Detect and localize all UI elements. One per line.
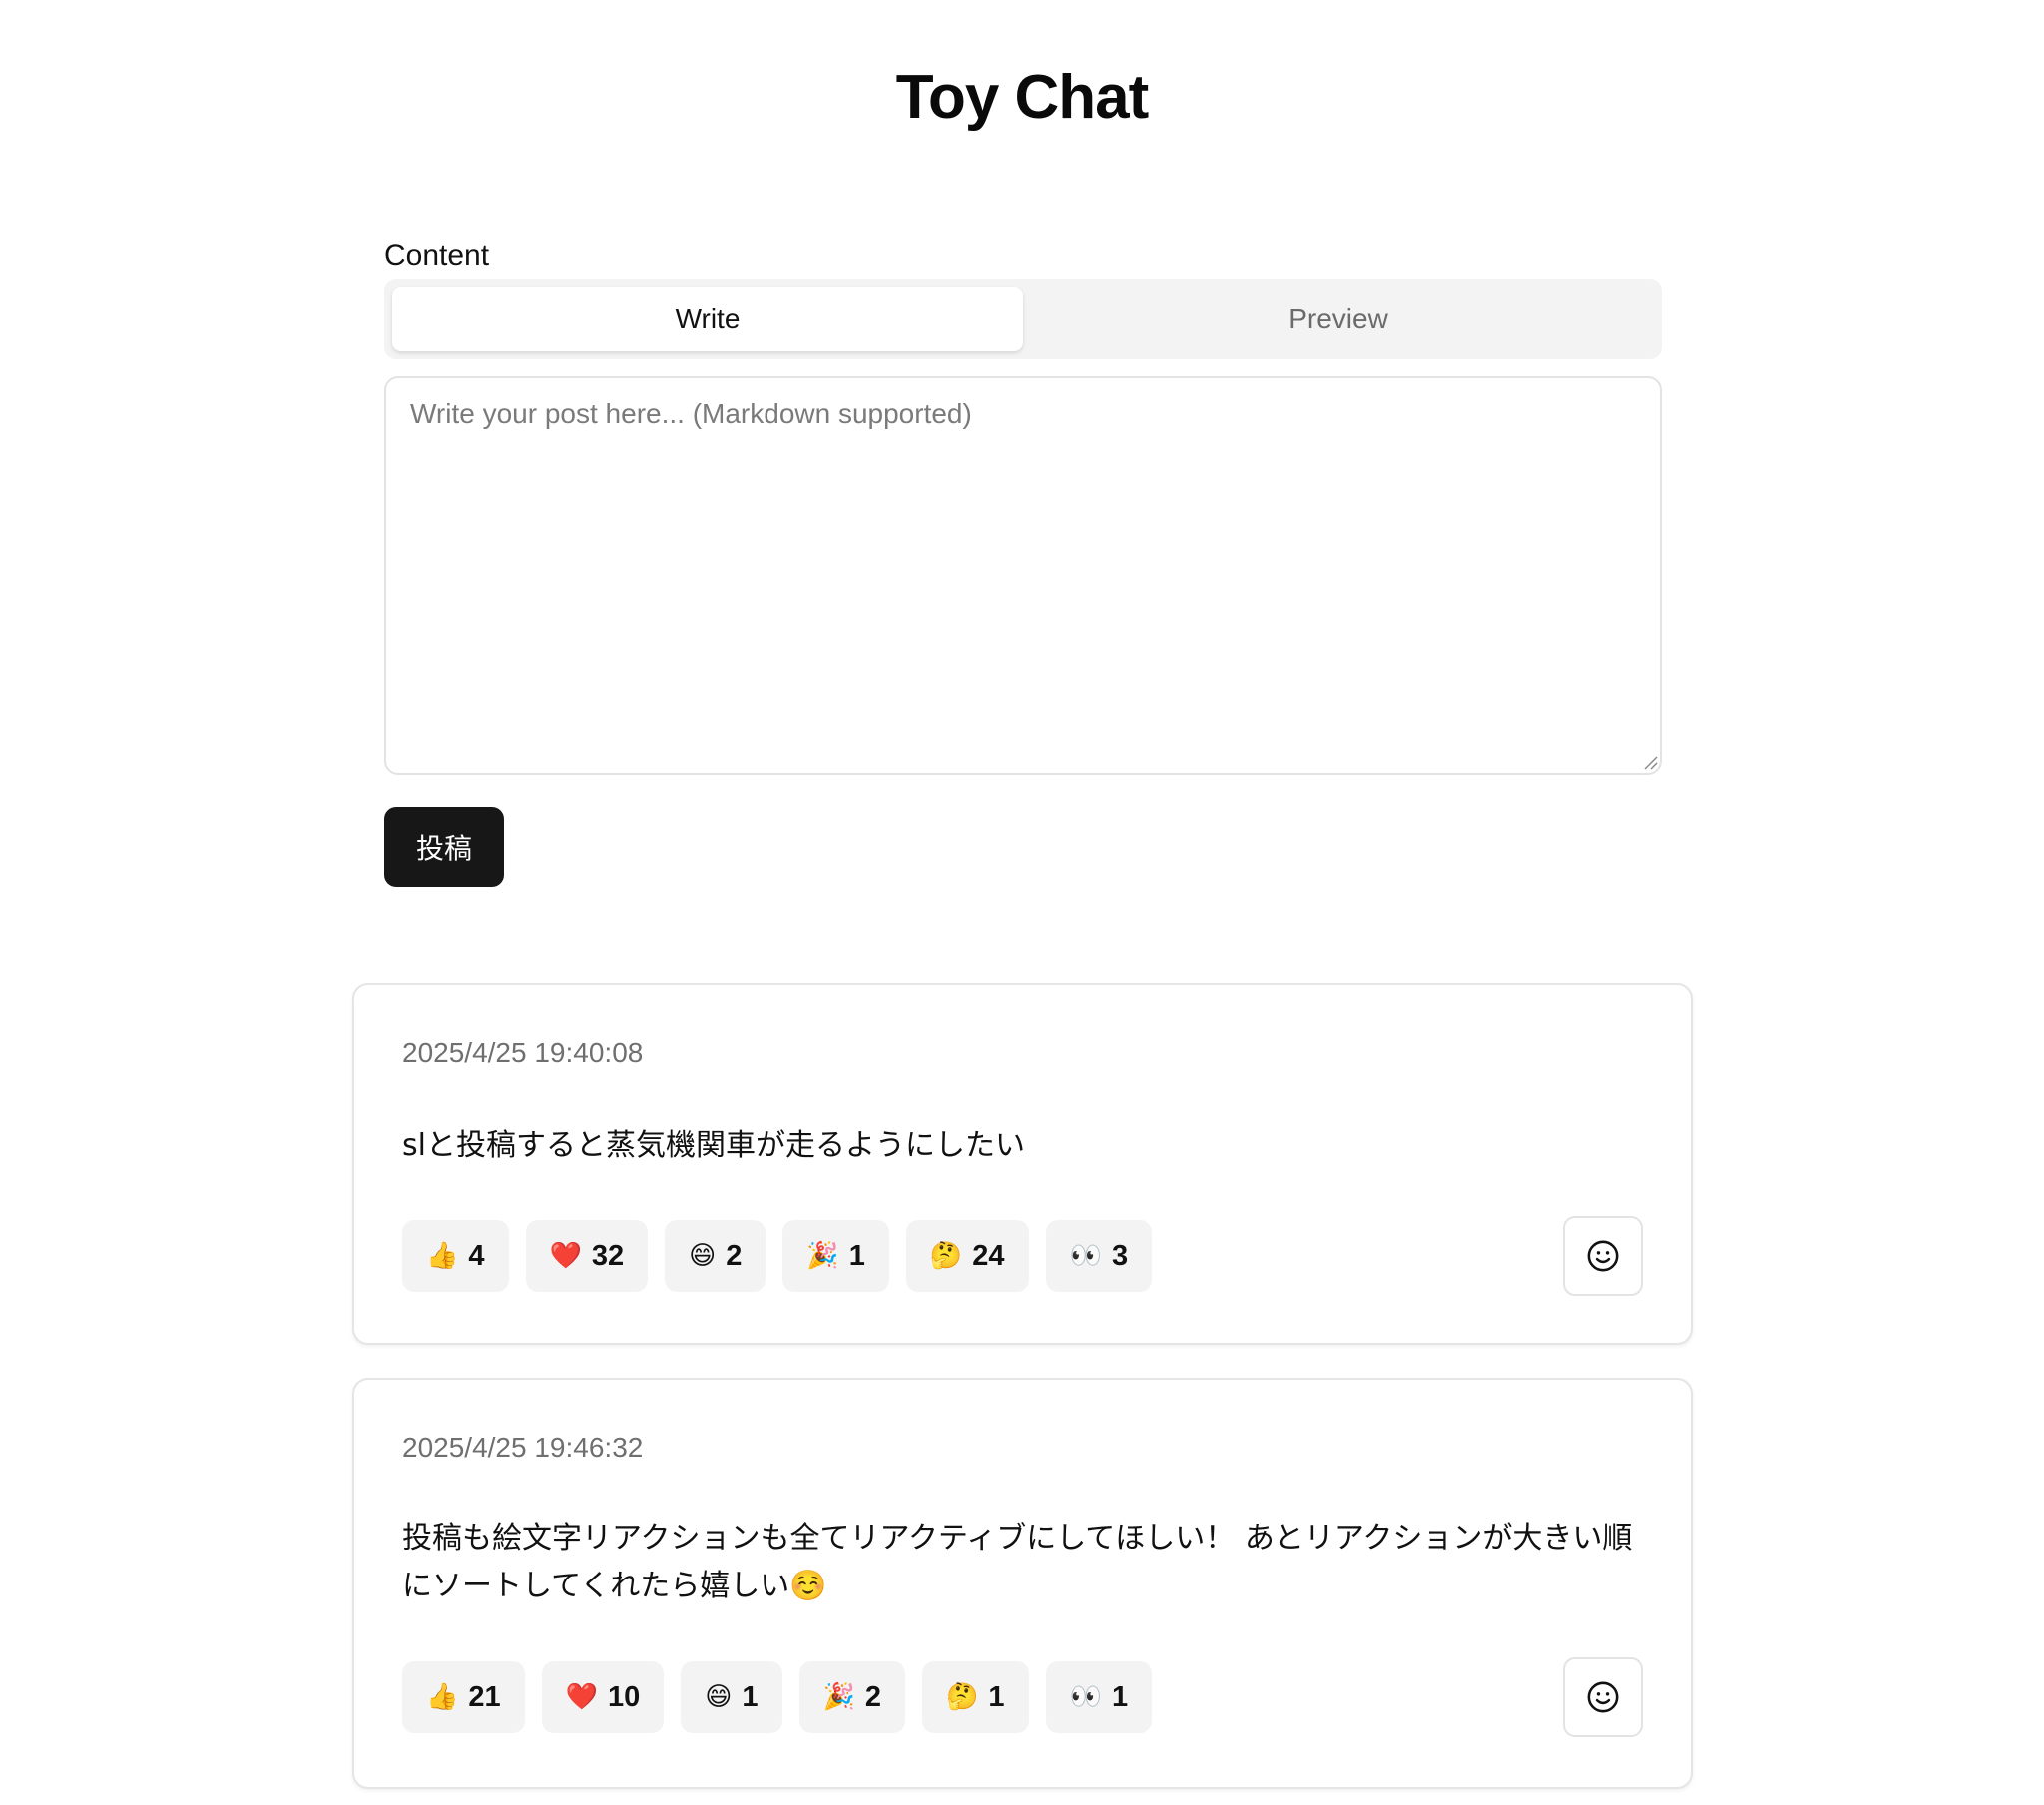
reaction-count: 3 (1111, 1239, 1129, 1272)
reaction-count: 32 (591, 1239, 625, 1272)
reaction-party-popper[interactable]: 🎉 1 (782, 1220, 889, 1292)
reaction-party-popper[interactable]: 🎉 2 (798, 1661, 906, 1733)
reaction-count: 1 (848, 1239, 865, 1272)
post-card: 2025/4/25 19:46:32 投稿も絵文字リアクションも全てリアクティブ… (352, 1378, 1693, 1789)
reaction-count: 1 (988, 1680, 1005, 1713)
thumbs-up-icon: 👍 (426, 1241, 459, 1271)
reaction-grinning-face[interactable]: 😄 2 (665, 1220, 766, 1292)
heart-icon: ❤️ (565, 1682, 599, 1712)
editor-tabs: Write Preview (384, 279, 1662, 359)
reaction-count: 1 (1111, 1680, 1129, 1713)
thinking-face-icon: 🤔 (929, 1241, 963, 1271)
reaction-heart[interactable]: ❤️ 10 (541, 1661, 665, 1733)
reaction-thinking-face[interactable]: 🤔 1 (922, 1661, 1029, 1733)
reaction-list: 👍 21 ❤️ 10 😄 1 🎉 2 🤔 1 👀 1 (402, 1661, 1153, 1733)
reaction-count: 4 (468, 1239, 485, 1272)
eyes-icon: 👀 (1069, 1682, 1102, 1712)
tab-preview[interactable]: Preview (1023, 287, 1654, 351)
reaction-heart[interactable]: ❤️ 32 (525, 1220, 649, 1292)
tab-write[interactable]: Write (392, 287, 1023, 351)
submit-post-button[interactable]: 投稿 (384, 807, 504, 887)
app-page: Toy Chat Content Write Preview 投稿 2025/4… (0, 0, 2044, 1805)
reaction-count: 2 (726, 1239, 743, 1272)
thumbs-up-icon: 👍 (426, 1682, 459, 1712)
reaction-thumbs-up[interactable]: 👍 21 (402, 1661, 525, 1733)
post-body: 投稿も絵文字リアクションも全てリアクティブにしてほしい！ あとリアクションが大き… (402, 1521, 1633, 1603)
content-label: Content (384, 239, 490, 272)
heart-icon: ❤️ (549, 1241, 582, 1271)
reaction-list: 👍 4 ❤️ 32 😄 2 🎉 1 🤔 24 👀 3 (402, 1220, 1153, 1292)
add-reaction-button[interactable] (1563, 1657, 1643, 1737)
post-timestamp: 2025/4/25 19:46:32 (402, 1432, 644, 1463)
smiley-icon (1587, 1681, 1619, 1713)
reaction-grinning-face[interactable]: 😄 1 (681, 1661, 782, 1733)
reaction-thinking-face[interactable]: 🤔 24 (905, 1220, 1029, 1292)
smiley-icon (1587, 1240, 1619, 1272)
post-timestamp: 2025/4/25 19:40:08 (402, 1037, 644, 1068)
reaction-eyes[interactable]: 👀 3 (1045, 1220, 1153, 1292)
eyes-icon: 👀 (1069, 1241, 1102, 1271)
resize-handle-icon[interactable] (1642, 754, 1658, 770)
reaction-count: 21 (468, 1680, 501, 1713)
post-body: slと投稿すると蒸気機関車が走るようにしたい (402, 1128, 1025, 1163)
reaction-count: 2 (864, 1680, 882, 1713)
reaction-count: 10 (608, 1680, 641, 1713)
post-content-input[interactable] (384, 376, 1662, 775)
add-reaction-button[interactable] (1563, 1216, 1643, 1296)
grinning-face-icon: 😄 (705, 1682, 733, 1712)
reaction-count: 1 (742, 1680, 759, 1713)
party-popper-icon: 🎉 (822, 1682, 855, 1712)
grinning-face-icon: 😄 (689, 1241, 717, 1271)
app-title: Toy Chat (895, 63, 1150, 132)
party-popper-icon: 🎉 (806, 1241, 839, 1271)
reaction-eyes[interactable]: 👀 1 (1045, 1661, 1153, 1733)
thinking-face-icon: 🤔 (946, 1682, 979, 1712)
reaction-thumbs-up[interactable]: 👍 4 (402, 1220, 509, 1292)
reaction-count: 24 (972, 1239, 1005, 1272)
post-card: 2025/4/25 19:40:08 slと投稿すると蒸気機関車が走るようにした… (352, 983, 1693, 1345)
